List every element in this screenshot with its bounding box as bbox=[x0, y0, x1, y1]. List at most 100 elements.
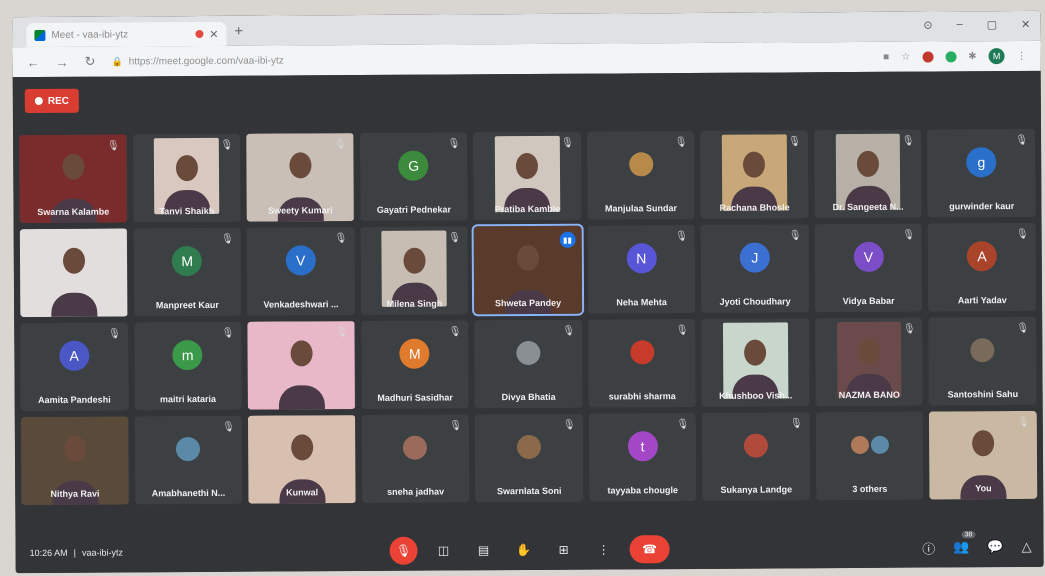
participant-tile[interactable]: V 🎙 Vidya Babar bbox=[814, 223, 923, 313]
more-options-button[interactable]: ⋮ bbox=[589, 535, 617, 563]
mic-muted-icon: 🎙 bbox=[108, 328, 121, 340]
participant-video bbox=[723, 322, 789, 399]
people-button[interactable]: 👥 38 bbox=[953, 531, 976, 555]
participant-tile[interactable]: A 🎙 Aarti Yadav bbox=[928, 222, 1037, 312]
end-call-button[interactable]: ☎ bbox=[629, 535, 670, 564]
address-bar[interactable]: 🔒 https://meet.google.com/vaa-ibi-ytz bbox=[111, 46, 867, 73]
account-avatar[interactable]: M bbox=[988, 48, 1005, 65]
participant-tile[interactable]: 🎙 Divya Bhatia bbox=[474, 319, 583, 409]
participant-tile[interactable]: 🎙 Milena Singh bbox=[360, 226, 469, 316]
mic-muted-icon: 🎙 bbox=[562, 325, 576, 337]
extensions: ■ ☆ ✱ M ⋮ bbox=[883, 48, 1027, 65]
info-icon[interactable]: ⓘ bbox=[922, 538, 935, 557]
participant-tile[interactable]: 🎙 Rachana Bhosle bbox=[700, 130, 809, 219]
participant-tile[interactable]: 🎙 sneha jadhav bbox=[361, 414, 470, 504]
mic-muted-icon: 🎙 bbox=[334, 233, 348, 245]
participant-name: Shweta Pandey bbox=[495, 297, 562, 309]
participant-tile[interactable]: 🎙 You bbox=[929, 410, 1038, 500]
participant-tile[interactable]: A 🎙 Aamita Pandeshi bbox=[20, 322, 129, 412]
participant-tile[interactable]: 🎙 Sweety Kumari bbox=[246, 133, 355, 222]
participant-tile[interactable]: 🎙 NAZMA BANO bbox=[815, 317, 924, 407]
participant-tile[interactable]: 🎙 Tanvi Shaikh bbox=[132, 133, 241, 223]
participant-tile[interactable]: 🎙 Swarnlata Soni bbox=[474, 413, 584, 503]
participant-name: Divya Bhatia bbox=[501, 391, 556, 403]
new-tab-button[interactable]: + bbox=[234, 23, 243, 40]
camera-toggle-button[interactable]: ◫ bbox=[429, 536, 457, 564]
close-window-button[interactable]: ✕ bbox=[1021, 18, 1030, 31]
participant-count: 38 bbox=[961, 531, 976, 539]
raise-hand-button[interactable]: ✋ bbox=[509, 536, 537, 564]
participant-tile[interactable]: Kunwal bbox=[247, 415, 356, 504]
participant-avatar: V bbox=[853, 242, 884, 273]
tab-close-icon[interactable]: ✕ bbox=[209, 27, 218, 40]
others-avatars bbox=[850, 436, 889, 455]
mic-muted-icon: 🎙 bbox=[1017, 416, 1030, 429]
puzzle-icon[interactable]: ✱ bbox=[968, 51, 976, 62]
mic-muted-icon: 🎙 bbox=[222, 421, 235, 433]
participant-tile[interactable]: 🎙 Santoshini Sahu bbox=[928, 316, 1037, 406]
present-button[interactable]: ⊞ bbox=[549, 536, 577, 564]
minimize-button[interactable]: – bbox=[957, 18, 963, 31]
mic-muted-icon: 🎙 bbox=[448, 232, 461, 244]
participant-name: Madhuri Sasidhar bbox=[377, 392, 453, 403]
menu-icon[interactable]: ⋮ bbox=[1017, 50, 1027, 61]
browser-tab[interactable]: Meet - vaa-ibi-ytz ✕ bbox=[26, 21, 227, 48]
mic-toggle-button[interactable]: 🎙 bbox=[389, 536, 418, 565]
participant-tile[interactable]: t 🎙 tayyaba chougle bbox=[588, 412, 697, 502]
tab-title: Meet - vaa-ibi-ytz bbox=[51, 28, 129, 41]
extension-icon[interactable] bbox=[922, 51, 934, 63]
extension-icon[interactable] bbox=[945, 50, 957, 62]
participant-photo bbox=[870, 436, 889, 455]
participant-name: Milena Singh bbox=[386, 298, 443, 309]
maximize-button[interactable]: ▢ bbox=[987, 18, 997, 31]
forward-icon[interactable]: → bbox=[56, 54, 69, 69]
participant-tile[interactable]: G 🎙 Gayatri Pednekar bbox=[359, 132, 468, 222]
participant-tile[interactable]: V 🎙 Venkadeshwari ... bbox=[246, 227, 355, 316]
participant-tile[interactable]: ▮▮ Shweta Pandey bbox=[471, 223, 584, 317]
back-icon[interactable]: ← bbox=[27, 54, 40, 69]
profile-icon[interactable]: ⊙ bbox=[923, 19, 932, 32]
participant-face bbox=[857, 338, 881, 365]
mic-muted-icon: 🎙 bbox=[561, 137, 574, 149]
participant-tile[interactable]: m 🎙 maitri kataria bbox=[133, 321, 242, 411]
participant-tile[interactable]: Nithya Ravi bbox=[20, 416, 129, 506]
participant-tile[interactable]: 🎙 Amabhanethi N... bbox=[134, 415, 243, 505]
screen: Meet - vaa-ibi-ytz ✕ + ⊙ – ▢ ✕ ← → ↻ 🔒 h… bbox=[12, 10, 1044, 574]
participant-tile[interactable]: g 🎙 gurwinder kaur bbox=[927, 128, 1036, 218]
participant-name: Gayatri Pednekar bbox=[376, 204, 451, 215]
participant-tile[interactable]: 🎙 Swarna Kalambe bbox=[19, 134, 128, 224]
star-icon[interactable]: ☆ bbox=[901, 51, 910, 62]
participant-body bbox=[50, 292, 97, 317]
participant-tile[interactable]: 🎙 bbox=[247, 321, 356, 410]
call-controls: 🎙 ◫ ▤ ✋ ⊞ ⋮ ☎ bbox=[389, 535, 670, 565]
participant-tile[interactable]: 🎙 surabhi sharma bbox=[587, 318, 697, 408]
participant-tile[interactable]: M 🎙 Madhuri Sasidhar bbox=[360, 320, 469, 410]
participant-tile[interactable]: 🎙 Pratiba Kamble bbox=[473, 131, 582, 221]
chat-icon[interactable]: 💬 bbox=[987, 539, 1003, 555]
participant-tile[interactable]: 3 others bbox=[815, 411, 924, 501]
participant-photo bbox=[516, 341, 541, 366]
participant-avatar: J bbox=[739, 242, 770, 274]
captions-button[interactable]: ▤ bbox=[469, 536, 497, 564]
activities-icon[interactable]: △ bbox=[1022, 539, 1032, 555]
participant-face bbox=[972, 430, 995, 457]
participant-photo bbox=[850, 436, 869, 455]
side-controls: ⓘ 👥 38 💬 △ bbox=[922, 531, 1032, 557]
participant-tile[interactable]: J 🎙 Jyoti Choudhary bbox=[700, 224, 810, 313]
mic-muted-icon: 🎙 bbox=[1016, 322, 1030, 335]
meet-favicon-icon bbox=[34, 29, 46, 41]
participant-tile[interactable]: N 🎙 Neha Mehta bbox=[587, 224, 696, 314]
participant-tile[interactable]: M 🎙 Manpreet Kaur bbox=[133, 227, 242, 317]
participant-face bbox=[743, 151, 766, 178]
participant-face bbox=[175, 154, 198, 181]
participant-video bbox=[721, 134, 787, 211]
participant-tile[interactable]: 🎙 Sukanya Landge bbox=[702, 412, 811, 501]
mic-muted-icon: 🎙 bbox=[788, 230, 802, 242]
reload-icon[interactable]: ↻ bbox=[85, 54, 96, 70]
participant-tile[interactable]: 🎙 Dr. Sangeeta N... bbox=[813, 129, 922, 219]
camera-permission-icon[interactable]: ■ bbox=[883, 51, 889, 62]
participant-tile[interactable]: 🎙 Manjulaa Sundar bbox=[586, 130, 695, 220]
participant-tile[interactable] bbox=[19, 228, 128, 318]
mic-muted-icon: 🎙 bbox=[675, 325, 689, 337]
participant-tile[interactable]: Khushboo Vish... bbox=[701, 318, 810, 407]
